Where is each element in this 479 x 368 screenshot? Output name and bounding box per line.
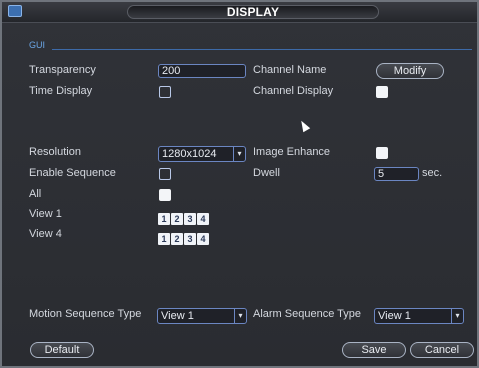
dropdown-arrow-icon[interactable]: ▾ xyxy=(451,309,463,323)
resolution-label: Resolution xyxy=(29,146,81,158)
dwell-unit: sec. xyxy=(422,167,443,179)
view4-channel-3[interactable]: 3 xyxy=(184,233,196,245)
transparency-label: Transparency xyxy=(29,64,96,76)
monitor-icon xyxy=(8,5,22,17)
motion-sequence-type-label: Motion Sequence Type xyxy=(29,308,142,320)
resolution-value: 1280x1024 xyxy=(162,148,217,160)
dropdown-arrow-icon[interactable]: ▾ xyxy=(234,309,246,323)
view4-channel-4[interactable]: 4 xyxy=(197,233,209,245)
alarm-sequence-type-label: Alarm Sequence Type xyxy=(253,308,362,320)
view1-channels: 1234 xyxy=(158,209,210,225)
cancel-button[interactable]: Cancel xyxy=(410,342,474,358)
window-title: DISPLAY xyxy=(226,5,280,19)
dwell-label: Dwell xyxy=(253,167,280,179)
image-enhance-label: Image Enhance xyxy=(253,146,331,158)
all-checkbox[interactable] xyxy=(159,189,171,201)
dropdown-arrow-icon[interactable]: ▾ xyxy=(233,147,245,161)
display-dialog: DISPLAY GUI Transparency 200 Channel Nam… xyxy=(0,0,479,368)
motion-sequence-type-select[interactable]: View 1 ▾ xyxy=(157,308,247,324)
motion-sequence-type-value: View 1 xyxy=(161,310,194,322)
all-label: All xyxy=(29,188,42,200)
default-button[interactable]: Default xyxy=(30,342,94,358)
view4-channels: 1234 xyxy=(158,229,210,245)
image-enhance-checkbox[interactable] xyxy=(376,147,388,159)
section-divider xyxy=(52,49,472,50)
view1-channel-1[interactable]: 1 xyxy=(158,213,170,225)
view1-channel-4[interactable]: 4 xyxy=(197,213,209,225)
dwell-input[interactable]: 5 xyxy=(374,167,419,181)
enable-sequence-label: Enable Sequence xyxy=(29,167,116,179)
section-label-gui: GUI xyxy=(29,40,46,50)
view4-channel-1[interactable]: 1 xyxy=(158,233,170,245)
view1-label: View 1 xyxy=(29,208,62,220)
title-pill: DISPLAY xyxy=(127,5,379,19)
channel-display-label: Channel Display xyxy=(253,85,334,97)
time-display-checkbox[interactable] xyxy=(159,86,171,98)
modify-button[interactable]: Modify xyxy=(376,63,444,79)
enable-sequence-checkbox[interactable] xyxy=(159,168,171,180)
view4-label: View 4 xyxy=(29,228,62,240)
alarm-sequence-type-select[interactable]: View 1 ▾ xyxy=(374,308,464,324)
view4-channel-2[interactable]: 2 xyxy=(171,233,183,245)
view1-channel-2[interactable]: 2 xyxy=(171,213,183,225)
channel-display-checkbox[interactable] xyxy=(376,86,388,98)
time-display-label: Time Display xyxy=(29,85,93,97)
transparency-input[interactable]: 200 xyxy=(158,64,246,78)
save-button[interactable]: Save xyxy=(342,342,406,358)
alarm-sequence-type-value: View 1 xyxy=(378,310,411,322)
resolution-select[interactable]: 1280x1024 ▾ xyxy=(158,146,246,162)
title-bar: DISPLAY xyxy=(2,2,477,23)
channel-name-label: Channel Name xyxy=(253,64,327,76)
mouse-cursor-icon xyxy=(297,118,311,133)
view1-channel-3[interactable]: 3 xyxy=(184,213,196,225)
